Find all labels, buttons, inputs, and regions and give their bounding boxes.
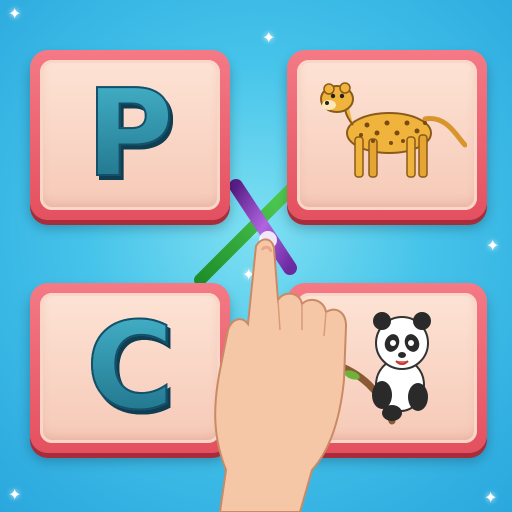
game-board: ✦ ✦ ✦ ✦ ✦ ✦ ✦ ✦ P xyxy=(0,0,512,512)
pointing-hand-icon xyxy=(214,238,348,512)
